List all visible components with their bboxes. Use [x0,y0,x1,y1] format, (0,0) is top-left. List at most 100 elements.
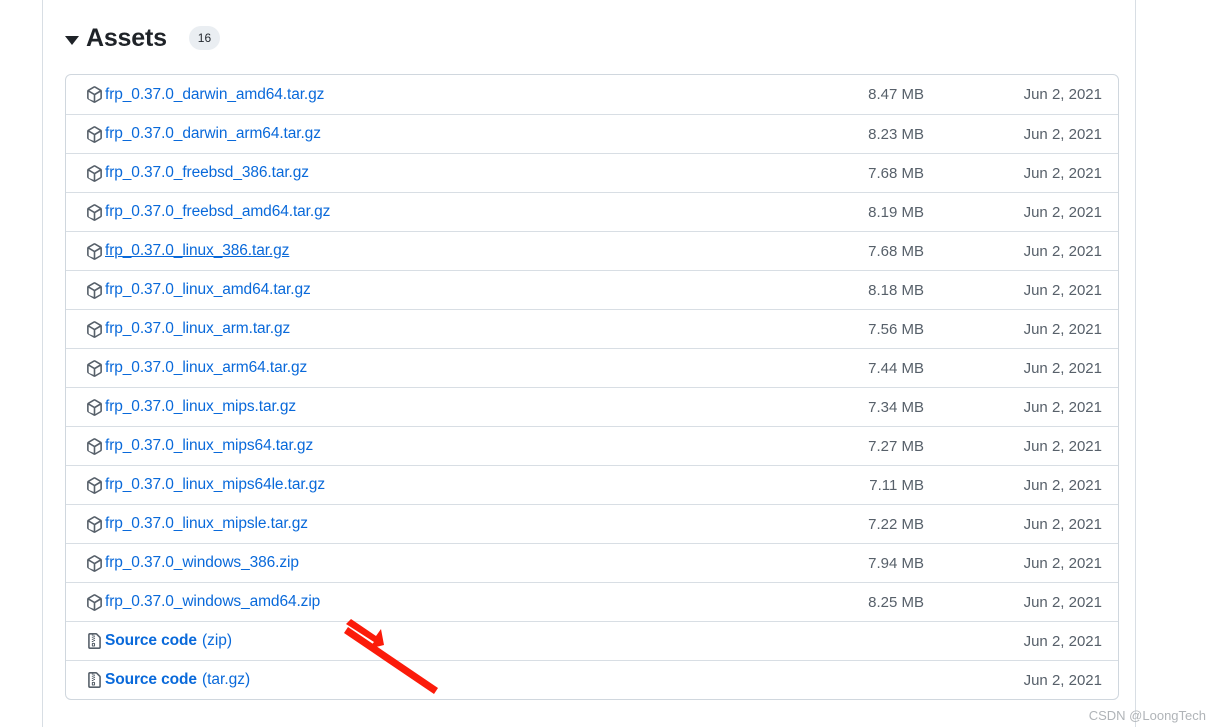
assets-section-header[interactable]: Assets 16 [65,20,221,56]
asset-download-link[interactable]: Source code [105,632,197,650]
table-row[interactable]: frp_0.37.0_windows_amd64.zip 8.25 MB Jun 2… [66,582,1118,621]
package-icon [87,203,102,221]
asset-download-link[interactable]: frp_0.37.0_linux_arm64.tar.gz [105,359,307,377]
asset-download-link[interactable]: frp_0.37.0_linux_amd64.tar.gz [105,281,311,299]
asset-date: Jun 2, 2021 [1023,632,1102,650]
asset-size: 8.18 MB [868,281,924,299]
asset-size: 8.47 MB [868,86,924,103]
asset-download-link[interactable]: frp_0.37.0_freebsd_386.tar.gz [105,164,309,182]
file-zip-icon [88,632,101,649]
table-row[interactable]: frp_0.37.0_darwin_amd64.tar.gz 8.47 MB Jun… [66,75,1118,114]
assets-table: frp_0.37.0_darwin_amd64.tar.gz 8.47 MB Jun… [65,74,1119,700]
asset-date: Jun 2, 2021 [1023,593,1102,611]
asset-download-link[interactable]: frp_0.37.0_freebsd_amd64.tar.gz [105,203,330,221]
table-row[interactable]: frp_0.37.0_linux_mips64le.tar.gz 7.11 MB J… [66,465,1118,504]
asset-name-cell: frp_0.37.0_linux_mips.tar.gz [86,398,822,416]
asset-date: Jun 2, 2021 [1023,437,1102,455]
asset-size: 7.68 MB [868,164,924,182]
package-icon [87,164,102,182]
release-assets-section: Assets 16 frp_0.37.0_darwin_amd64.tar.gz… [43,0,1135,727]
asset-name-cell: Source code (tar.gz) [86,671,822,689]
asset-name-cell: frp_0.37.0_linux_mips64.tar.gz [86,437,822,455]
asset-name-cell: frp_0.37.0_windows_amd64.zip [86,593,822,611]
asset-name-cell: frp_0.37.0_linux_arm.tar.gz [86,320,822,338]
source-code-format: (tar.gz) [201,671,251,688]
asset-download-link[interactable]: Source code [105,671,197,689]
asset-size: 7.94 MB [868,554,924,572]
asset-download-link[interactable]: frp_0.37.0_windows_amd64.zip [105,593,320,611]
asset-download-link[interactable]: frp_0.37.0_darwin_amd64.tar.gz [105,86,324,104]
asset-date: Jun 2, 2021 [1023,515,1102,533]
asset-date: Jun 2, 2021 [1023,398,1102,416]
asset-name-cell: frp_0.37.0_linux_amd64.tar.gz [86,281,822,299]
asset-download-link[interactable]: frp_0.37.0_windows_386.zip [105,554,299,572]
asset-date: Jun 2, 2021 [1023,671,1102,689]
watermark: CSDN @LoongTech [1088,708,1206,723]
table-row[interactable]: frp_0.37.0_linux_386.tar.gz 7.68 MB Jun 2,… [66,231,1118,270]
assets-count-badge: 16 [188,26,221,50]
table-row[interactable]: Source code (zip) Jun 2, 2021 [66,621,1118,660]
asset-size: 7.27 MB [868,437,924,455]
asset-size: 7.34 MB [868,398,924,416]
asset-download-link[interactable]: frp_0.37.0_linux_mips64le.tar.gz [105,476,325,494]
asset-name-cell: frp_0.37.0_linux_mipsle.tar.gz [86,515,822,533]
package-icon [87,398,102,416]
asset-size: 7.56 MB [868,320,924,338]
asset-download-link[interactable]: frp_0.37.0_linux_mips64.tar.gz [105,437,313,455]
table-row[interactable]: frp_0.37.0_darwin_arm64.tar.gz 8.23 MB Jun… [66,114,1118,153]
table-row[interactable]: Source code (tar.gz) Jun 2, 2021 [66,660,1118,699]
asset-date: Jun 2, 2021 [1023,203,1102,221]
asset-name-cell: frp_0.37.0_linux_386.tar.gz [86,242,822,260]
package-icon [87,125,102,143]
table-row[interactable]: frp_0.37.0_windows_386.zip 7.94 MB Jun 2, … [66,543,1118,582]
asset-size: 7.11 MB [869,476,924,494]
asset-date: Jun 2, 2021 [1023,242,1102,260]
asset-download-link[interactable]: frp_0.37.0_linux_mipsle.tar.gz [105,515,308,533]
table-row[interactable]: frp_0.37.0_linux_mipsle.tar.gz 7.22 MB Jun… [66,504,1118,543]
asset-download-link[interactable]: frp_0.37.0_linux_arm.tar.gz [105,320,290,338]
asset-name-cell: frp_0.37.0_darwin_arm64.tar.gz [86,125,822,143]
source-code-format: (zip) [201,632,233,649]
table-row[interactable]: frp_0.37.0_linux_mips64.tar.gz 7.27 MB Jun… [66,426,1118,465]
asset-date: Jun 2, 2021 [1023,125,1102,143]
table-row[interactable]: frp_0.37.0_linux_amd64.tar.gz 8.18 MB Jun … [66,270,1118,309]
asset-download-link[interactable]: frp_0.37.0_darwin_arm64.tar.gz [105,125,321,143]
package-icon [87,86,102,103]
package-icon [87,320,102,338]
asset-date: Jun 2, 2021 [1023,476,1102,494]
page-border-right [1135,0,1136,727]
asset-name-cell: frp_0.37.0_windows_386.zip [86,554,822,572]
asset-size: 7.22 MB [868,515,924,533]
package-icon [87,515,102,533]
asset-name-cell: frp_0.37.0_linux_mips64le.tar.gz [86,476,822,494]
package-icon [87,281,102,299]
table-row[interactable]: frp_0.37.0_freebsd_amd64.tar.gz 8.19 MB Ju… [66,192,1118,231]
table-row[interactable]: frp_0.37.0_linux_mips.tar.gz 7.34 MB Jun 2… [66,387,1118,426]
asset-size: 8.19 MB [868,203,924,221]
asset-size: 8.23 MB [868,125,924,143]
package-icon [87,437,102,455]
asset-name-cell: Source code (zip) [86,632,822,650]
asset-date: Jun 2, 2021 [1023,554,1102,572]
triangle-down-icon[interactable] [65,35,79,45]
package-icon [87,476,102,494]
asset-name-cell: frp_0.37.0_freebsd_amd64.tar.gz [86,203,822,221]
table-row[interactable]: frp_0.37.0_linux_arm64.tar.gz 7.44 MB Jun … [66,348,1118,387]
asset-date: Jun 2, 2021 [1023,359,1102,377]
asset-name-cell: frp_0.37.0_freebsd_386.tar.gz [86,164,822,182]
asset-name-cell: frp_0.37.0_linux_arm64.tar.gz [86,359,822,377]
asset-date: Jun 2, 2021 [1023,281,1102,299]
package-icon [87,554,102,572]
table-row[interactable]: frp_0.37.0_freebsd_386.tar.gz 7.68 MB Jun … [66,153,1118,192]
package-icon [87,359,102,377]
asset-size: 8.25 MB [868,593,924,611]
page-title: Assets [86,23,167,52]
asset-size: 7.44 MB [868,359,924,377]
asset-date: Jun 2, 2021 [1023,164,1102,182]
asset-download-link[interactable]: frp_0.37.0_linux_386.tar.gz [105,242,289,260]
file-zip-icon [88,671,101,688]
asset-date: Jun 2, 2021 [1023,86,1102,103]
asset-download-link[interactable]: frp_0.37.0_linux_mips.tar.gz [105,398,296,416]
package-icon [87,242,102,260]
table-row[interactable]: frp_0.37.0_linux_arm.tar.gz 7.56 MB Jun 2,… [66,309,1118,348]
